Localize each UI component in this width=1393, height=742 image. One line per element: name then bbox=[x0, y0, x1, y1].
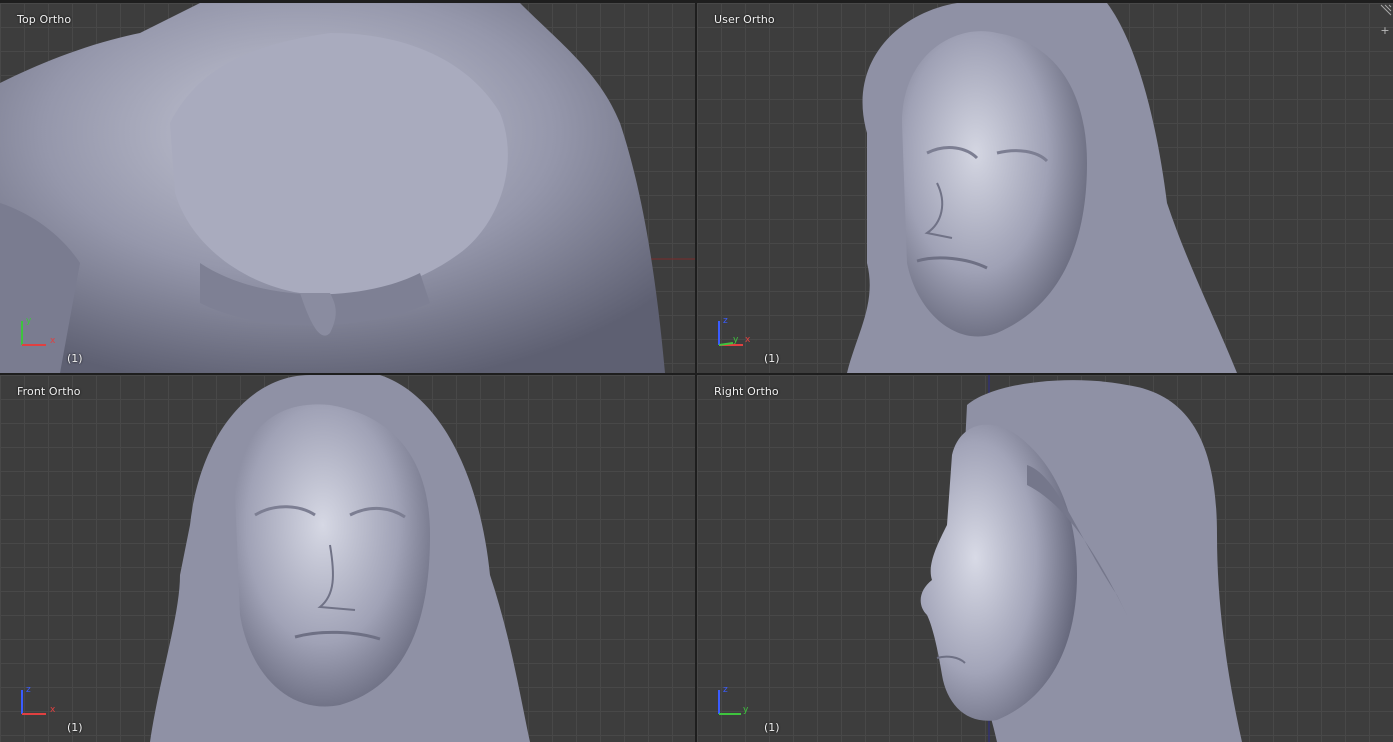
sculpt-mesh-front bbox=[150, 375, 530, 742]
frame-number: (1) bbox=[67, 352, 83, 365]
axis-label-vertical: y bbox=[26, 316, 32, 326]
viewport-label: Right Ortho bbox=[714, 385, 779, 398]
viewport-user-ortho[interactable]: User Ortho z y x (1) + bbox=[697, 3, 1393, 373]
axis-label-horizontal: x bbox=[50, 336, 56, 346]
axis-label-horizontal: y bbox=[743, 705, 749, 715]
axis-label-horizontal: x bbox=[50, 705, 56, 715]
axis-gizmo: z y x bbox=[711, 313, 755, 353]
axis-gizmo: z y bbox=[711, 682, 755, 722]
sculpt-mesh-top bbox=[0, 3, 695, 373]
axis-label-vertical: z bbox=[723, 685, 728, 695]
frame-number: (1) bbox=[764, 352, 780, 365]
axis-label-horizontal: x bbox=[745, 335, 751, 345]
viewport-label: Front Ortho bbox=[17, 385, 81, 398]
viewport-right-ortho[interactable]: Right Ortho z y (1) bbox=[697, 375, 1393, 742]
axis-label-middle: y bbox=[733, 335, 739, 345]
plus-icon[interactable]: + bbox=[1379, 25, 1391, 37]
viewport-split-icon[interactable] bbox=[1379, 3, 1393, 17]
axis-label-vertical: z bbox=[26, 685, 31, 695]
viewport-label: User Ortho bbox=[714, 13, 775, 26]
sculpt-mesh-user bbox=[847, 3, 1237, 373]
frame-number: (1) bbox=[67, 721, 83, 734]
quad-view: Top Ortho y x (1) User Ortho z y x (1) +… bbox=[0, 0, 1393, 742]
axis-label-vertical: z bbox=[723, 316, 728, 326]
frame-number: (1) bbox=[764, 721, 780, 734]
viewport-label: Top Ortho bbox=[17, 13, 72, 26]
viewport-top-ortho[interactable]: Top Ortho y x (1) bbox=[0, 3, 695, 373]
axis-gizmo: z x bbox=[14, 682, 58, 722]
axis-gizmo: y x bbox=[14, 313, 58, 353]
sculpt-mesh-right bbox=[920, 375, 1242, 742]
viewport-front-ortho[interactable]: Front Ortho z x (1) bbox=[0, 375, 695, 742]
